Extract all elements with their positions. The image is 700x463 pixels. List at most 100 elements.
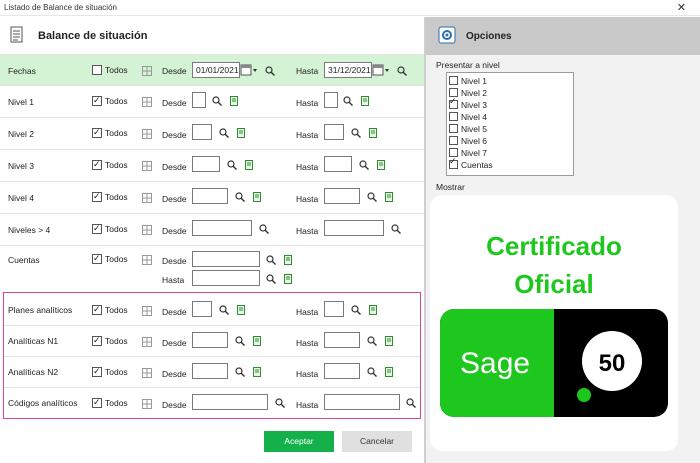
search-icon[interactable] — [351, 305, 361, 315]
book-icon[interactable] — [253, 336, 261, 346]
level-checkbox[interactable] — [449, 76, 458, 86]
fecha-desde-input[interactable]: 01/01/2021 — [192, 62, 240, 78]
search-icon[interactable] — [367, 367, 377, 377]
search-icon[interactable] — [235, 336, 245, 346]
hasta-input[interactable] — [324, 156, 352, 172]
todos-checkbox[interactable] — [92, 304, 102, 315]
list-item[interactable]: Nivel 1 — [449, 75, 487, 87]
search-icon[interactable] — [367, 336, 377, 346]
todos-checkbox[interactable] — [92, 335, 102, 346]
book-icon[interactable] — [385, 367, 393, 377]
hasta-input[interactable] — [324, 363, 360, 379]
search-icon[interactable] — [351, 128, 361, 138]
hasta-input[interactable] — [324, 301, 344, 317]
calendar-icon[interactable] — [240, 64, 258, 76]
book-icon[interactable] — [284, 255, 292, 265]
calendar-icon[interactable] — [372, 64, 390, 76]
search-icon[interactable] — [219, 128, 229, 138]
desde-input[interactable] — [192, 363, 228, 379]
grid-icon[interactable] — [142, 399, 152, 409]
book-icon[interactable] — [385, 192, 393, 202]
search-icon[interactable] — [406, 398, 416, 408]
list-item[interactable]: Nivel 4 — [449, 111, 487, 123]
search-icon[interactable] — [367, 192, 377, 202]
level-checkbox[interactable] — [449, 112, 458, 122]
book-icon[interactable] — [369, 128, 377, 138]
hasta-input[interactable] — [324, 220, 384, 236]
search-icon[interactable] — [227, 160, 237, 170]
book-icon[interactable] — [253, 192, 261, 202]
list-item[interactable]: Nivel 6 — [449, 135, 487, 147]
cuenta-hasta-input[interactable] — [192, 270, 260, 286]
book-icon[interactable] — [284, 274, 292, 284]
search-icon[interactable] — [359, 160, 369, 170]
grid-icon[interactable] — [142, 225, 152, 235]
desde-input[interactable] — [192, 124, 212, 140]
cuenta-desde-input[interactable] — [192, 251, 260, 267]
book-icon[interactable] — [377, 160, 385, 170]
book-icon[interactable] — [245, 160, 253, 170]
grid-icon[interactable] — [142, 161, 152, 171]
book-icon[interactable] — [237, 305, 245, 315]
list-item[interactable]: Nivel 5 — [449, 123, 487, 135]
search-icon[interactable] — [219, 305, 229, 315]
list-item[interactable]: Nivel 3 — [449, 99, 487, 111]
search-icon[interactable] — [397, 66, 407, 76]
todos-checkbox[interactable] — [92, 127, 102, 138]
todos-checkbox[interactable] — [92, 366, 102, 377]
close-icon[interactable]: ✕ — [677, 1, 686, 14]
hasta-input[interactable] — [324, 92, 338, 108]
search-icon[interactable] — [275, 398, 285, 408]
level-checkbox[interactable] — [449, 160, 458, 170]
desde-input[interactable] — [192, 394, 268, 410]
desde-input[interactable] — [192, 301, 212, 317]
grid-icon[interactable] — [142, 193, 152, 203]
search-icon[interactable] — [235, 192, 245, 202]
fecha-hasta-input[interactable]: 31/12/2021 — [324, 62, 372, 78]
todos-checkbox[interactable] — [92, 65, 102, 75]
desde-input[interactable] — [192, 220, 252, 236]
grid-icon[interactable] — [142, 255, 152, 265]
hasta-input[interactable] — [324, 124, 344, 140]
book-icon[interactable] — [253, 367, 261, 377]
accept-button[interactable]: Aceptar — [264, 431, 334, 452]
todos-checkbox[interactable] — [92, 253, 102, 264]
todos-checkbox[interactable] — [92, 223, 102, 234]
search-icon[interactable] — [235, 367, 245, 377]
grid-icon[interactable] — [142, 129, 152, 139]
search-icon[interactable] — [391, 224, 401, 234]
search-icon[interactable] — [266, 255, 276, 265]
todos-checkbox[interactable] — [92, 397, 102, 408]
book-icon[interactable] — [361, 96, 369, 106]
level-checkbox[interactable] — [449, 124, 458, 134]
hasta-input[interactable] — [324, 332, 360, 348]
desde-input[interactable] — [192, 156, 220, 172]
grid-icon[interactable] — [142, 337, 152, 347]
list-item[interactable]: Cuentas — [449, 159, 493, 171]
todos-checkbox[interactable] — [92, 95, 102, 106]
search-icon[interactable] — [212, 96, 222, 106]
search-icon[interactable] — [265, 66, 275, 76]
search-icon[interactable] — [343, 96, 353, 106]
book-icon[interactable] — [385, 336, 393, 346]
grid-icon[interactable] — [142, 97, 152, 107]
desde-input[interactable] — [192, 92, 206, 108]
grid-icon[interactable] — [142, 66, 152, 76]
search-icon[interactable] — [266, 274, 276, 284]
book-icon[interactable] — [369, 305, 377, 315]
cancel-button[interactable]: Cancelar — [342, 431, 412, 452]
book-icon[interactable] — [230, 96, 238, 106]
grid-icon[interactable] — [142, 306, 152, 316]
desde-input[interactable] — [192, 188, 228, 204]
todos-checkbox[interactable] — [92, 191, 102, 202]
todos-checkbox[interactable] — [92, 159, 102, 170]
book-icon[interactable] — [237, 128, 245, 138]
hasta-input[interactable] — [324, 188, 360, 204]
hasta-label: Hasta — [296, 369, 319, 379]
search-icon[interactable] — [259, 224, 269, 234]
hasta-input[interactable] — [324, 394, 400, 410]
grid-icon[interactable] — [142, 368, 152, 378]
desde-input[interactable] — [192, 332, 228, 348]
level-checkbox[interactable] — [449, 136, 458, 146]
level-checkbox[interactable] — [449, 100, 458, 110]
